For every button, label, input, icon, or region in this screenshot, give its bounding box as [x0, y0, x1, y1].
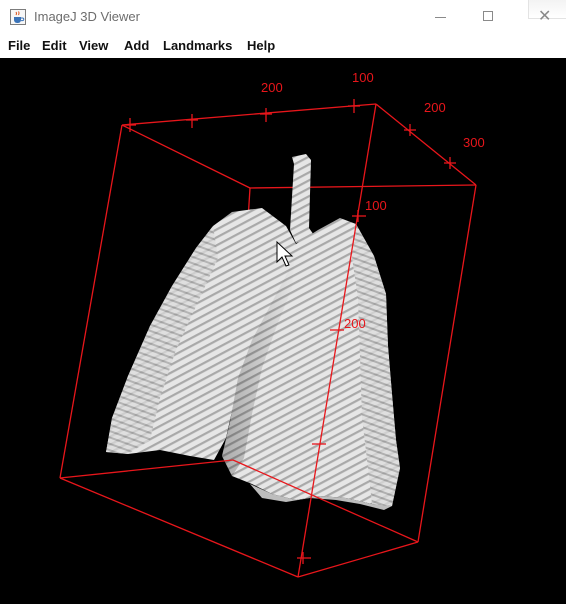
axis-label-vertical-200: 200 — [344, 316, 366, 331]
axis-label-right-300: 300 — [463, 135, 485, 150]
maximize-icon — [483, 11, 493, 21]
menu-add[interactable]: Add — [124, 38, 149, 53]
axis-label-top-200: 200 — [261, 80, 283, 95]
menu-view[interactable]: View — [79, 38, 108, 53]
menu-edit[interactable]: Edit — [42, 38, 67, 53]
axis-label-vertical-100: 100 — [365, 198, 387, 213]
menu-bar: File Edit View Add Landmarks Help — [0, 34, 566, 58]
close-icon: ✕ — [538, 8, 552, 25]
axis-label-right-200: 200 — [424, 100, 446, 115]
close-button[interactable]: ✕ — [514, 0, 560, 34]
lung-surface-render — [106, 154, 400, 510]
3d-scene[interactable]: 200 100 200 300 100 200 — [0, 58, 566, 604]
axis-label-top-100: 100 — [352, 70, 374, 85]
window-title: ImageJ 3D Viewer — [34, 9, 140, 24]
minimize-button[interactable] — [418, 0, 464, 34]
minimize-icon — [435, 17, 446, 18]
title-bar[interactable]: ImageJ 3D Viewer ✕ — [0, 0, 566, 34]
maximize-button[interactable] — [466, 0, 512, 34]
menu-help[interactable]: Help — [247, 38, 275, 53]
java-coffee-cup-icon — [10, 9, 26, 25]
3d-canvas[interactable]: 200 100 200 300 100 200 — [0, 58, 566, 604]
menu-landmarks[interactable]: Landmarks — [163, 38, 232, 53]
menu-file[interactable]: File — [8, 38, 30, 53]
imagej-3d-viewer-window: ImageJ 3D Viewer ✕ File Edit View Add La… — [0, 0, 566, 604]
